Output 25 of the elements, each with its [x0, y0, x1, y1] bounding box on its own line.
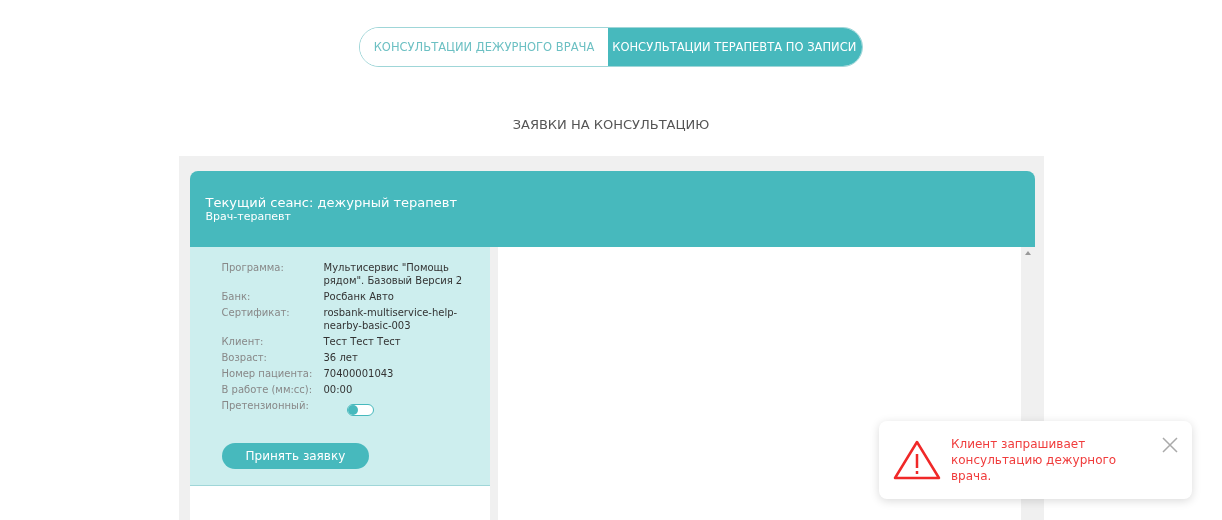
field-label: Возраст: — [221, 351, 268, 364]
session-title: Текущий сеанс: дежурный терапевт — [205, 195, 459, 210]
field-label: Претензионный: — [221, 399, 310, 413]
accept-request-button[interactable]: Принять заявку — [221, 443, 370, 469]
claim-toggle[interactable] — [346, 404, 374, 416]
field-value: Мультисервис "Помощь рядом". Базовый Версия 2 — [323, 261, 464, 287]
field-value: Тест Тест Тест — [323, 335, 402, 348]
warning-icon — [893, 440, 941, 480]
field-label: Клиент: — [221, 335, 265, 348]
field-value: Росбанк Авто — [323, 290, 395, 303]
field-value: 36 лет — [323, 351, 359, 364]
section-heading: ЗАЯВКИ НА КОНСУЛЬТАЦИЮ — [511, 117, 711, 132]
tab[interactable]: КОНСУЛЬТАЦИИ ТЕРАПЕВТА ПО ЗАПИСИ — [608, 28, 863, 66]
field-label: Программа: — [221, 261, 285, 275]
field-label: Сертификат: — [221, 306, 291, 320]
scroll-up-icon[interactable] — [1024, 251, 1031, 255]
field-value: 00:00 — [323, 383, 354, 396]
field-label: Банк: — [221, 290, 252, 303]
field-label: В работе (мм:сс): — [221, 383, 314, 396]
notification-message: Клиент запрашивает консультацию дежурного врача. — [951, 436, 1118, 484]
field-label: Номер пациента: — [221, 367, 314, 380]
field-value: 70400001043 — [323, 367, 395, 380]
field-value: rosbank-multiservice-help-nearby-basic-003 — [323, 306, 459, 332]
close-icon[interactable] — [1162, 437, 1178, 453]
session-subtitle: Врач-терапевт — [205, 210, 292, 223]
